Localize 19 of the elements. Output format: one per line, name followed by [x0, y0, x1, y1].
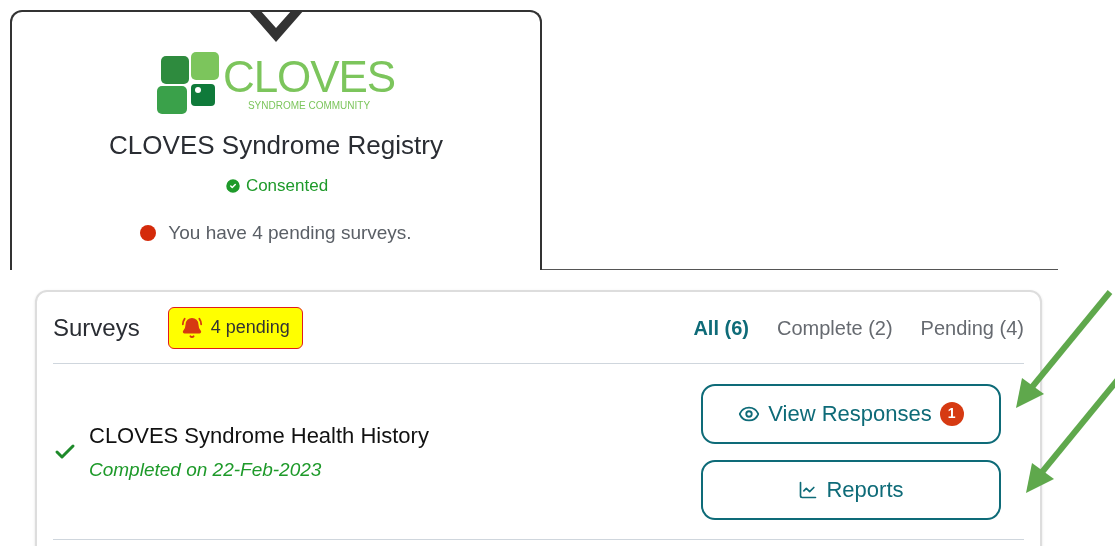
check-circle-icon	[223, 176, 242, 195]
consent-status: Consented	[245, 175, 329, 197]
logo-wordmark: CLOVES	[223, 55, 395, 99]
reports-button[interactable]: Reports	[701, 459, 1001, 520]
surveys-heading: Surveys	[53, 312, 140, 343]
count-badge: 1	[939, 401, 964, 426]
logo-icon	[157, 52, 220, 114]
bell-icon	[180, 316, 203, 339]
chart-icon	[798, 479, 819, 500]
pending-count: 4 pending	[210, 316, 290, 339]
filter-tab[interactable]: All (6)	[693, 312, 749, 343]
view-responses-button[interactable]: View Responses 1	[701, 383, 1001, 444]
filter-tab[interactable]: Pending (4)	[920, 312, 1024, 343]
program-title: CLOVES Syndrome Registry	[109, 129, 443, 162]
pending-notice: You have 4 pending surveys.	[168, 220, 412, 245]
filter-tab[interactable]: Complete (2)	[777, 312, 893, 343]
survey-name: CLOVES Syndrome Health History	[89, 421, 429, 450]
completion-date: Completed on 22-Feb-2023	[89, 457, 323, 482]
logo-tagline: SYNDROME COMMUNITY	[247, 101, 371, 111]
